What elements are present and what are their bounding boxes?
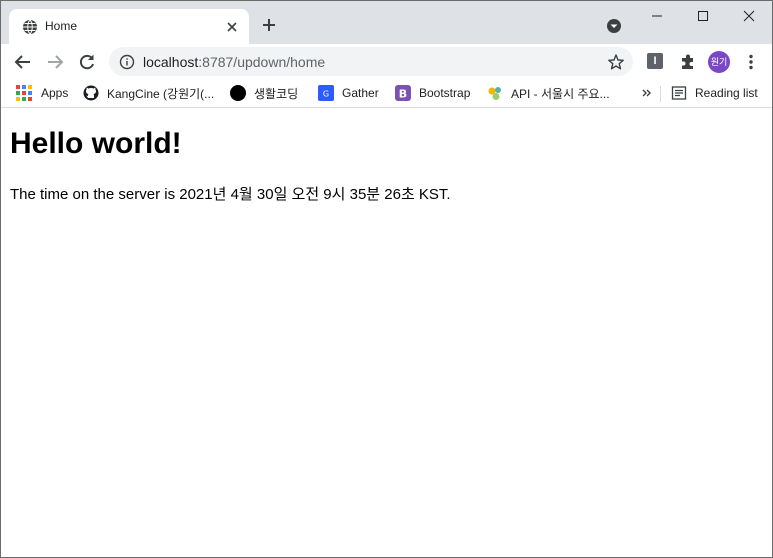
profile-avatar[interactable]: 원기 — [708, 51, 730, 73]
bookmark-seoul-api[interactable]: API - 서울시 주요... — [487, 84, 610, 102]
bookmark-label: 생활코딩 — [254, 86, 299, 101]
bookmark-label: Apps — [41, 86, 69, 100]
more-bookmarks-chevron-icon[interactable] — [641, 84, 653, 102]
forward-arrow-icon[interactable] — [45, 52, 65, 72]
bookmark-gather[interactable]: G Gather — [318, 84, 379, 102]
tab-strip: Home — [1, 1, 772, 44]
bookmark-kangcine[interactable]: KangCine (강원기(... — [83, 84, 214, 102]
extension-icon[interactable]: I — [647, 53, 663, 69]
bookmark-label: Bootstrap — [419, 86, 471, 100]
tab-close-icon[interactable] — [224, 19, 240, 35]
new-tab-icon[interactable] — [260, 16, 278, 34]
github-icon — [83, 85, 99, 101]
bootstrap-icon: B — [395, 85, 411, 101]
bookmark-label: KangCine (강원기(... — [107, 86, 215, 101]
black-circle-icon — [230, 85, 246, 101]
url-path: :8787/updown/home — [198, 54, 326, 70]
tab-home[interactable]: Home — [9, 9, 249, 44]
svg-text:G: G — [323, 90, 329, 99]
apps-grid-icon — [15, 84, 33, 102]
bookmark-opentutorials[interactable]: 생활코딩 — [230, 84, 298, 102]
reload-icon[interactable] — [77, 52, 97, 72]
more-menu-icon[interactable] — [741, 52, 761, 72]
browser-window: Home localhost:8787/updown/home I 원기 App… — [0, 0, 773, 558]
globe-icon — [22, 19, 38, 35]
reading-list-icon — [671, 85, 687, 101]
svg-text:B: B — [399, 88, 407, 101]
back-arrow-icon[interactable] — [13, 52, 33, 72]
bookmark-label: API - 서울시 주요... — [511, 86, 610, 101]
site-info-icon[interactable] — [119, 54, 135, 70]
page-heading: Hello world! — [10, 127, 182, 160]
window-close-icon[interactable] — [726, 1, 772, 31]
maximize-icon[interactable] — [680, 1, 726, 31]
gather-icon: G — [318, 85, 334, 101]
bookmark-bootstrap[interactable]: B Bootstrap — [395, 84, 470, 102]
tab-title: Home — [45, 19, 78, 33]
api-icon — [487, 85, 503, 101]
address-bar[interactable]: localhost:8787/updown/home — [109, 47, 633, 76]
extensions-puzzle-icon[interactable] — [678, 52, 698, 72]
url-text: localhost:8787/updown/home — [143, 54, 325, 70]
bookmark-label: Gather — [342, 86, 379, 100]
reading-list-label: Reading list — [695, 86, 758, 100]
bookmark-star-icon[interactable] — [607, 53, 625, 71]
tab-search-icon[interactable] — [605, 17, 623, 35]
page-content: Hello world! The time on the server is 2… — [1, 108, 772, 557]
toolbar: localhost:8787/updown/home I 원기 — [1, 44, 772, 79]
bookmark-apps[interactable]: Apps — [15, 84, 68, 102]
server-time-text: The time on the server is 2021년 4월 30일 오… — [10, 186, 451, 203]
bookmarks-bar: Apps KangCine (강원기(... 생활코딩 G Gather B B… — [1, 79, 772, 108]
minimize-icon[interactable] — [634, 1, 680, 31]
bookmarks-divider — [660, 86, 661, 102]
url-host: localhost — [143, 54, 199, 70]
reading-list-button[interactable]: Reading list — [671, 84, 758, 102]
